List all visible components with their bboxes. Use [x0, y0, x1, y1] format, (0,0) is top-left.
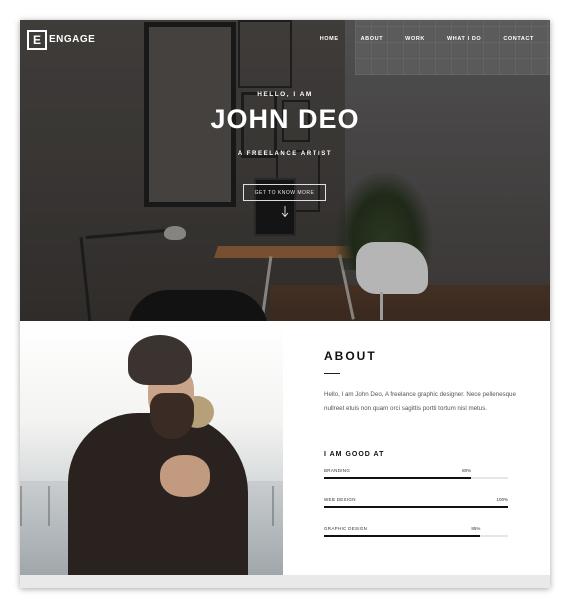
skill-bar-fill	[324, 477, 472, 479]
skill-track	[324, 506, 508, 508]
logo-icon[interactable]: E	[27, 30, 47, 50]
top-nav: E ENGAGE HOME ABOUT WORK WHAT I DO CONTA…	[20, 20, 550, 60]
skill-percent: 85%	[471, 526, 481, 531]
skill-percent: 80%	[462, 468, 472, 473]
about-section: ABOUT Hello, I am John Deo, A freelance …	[20, 321, 550, 575]
skill-bar-fill	[324, 506, 508, 508]
skill-track	[324, 535, 508, 537]
skill-web-design: WEB DESIGN 100%	[324, 497, 508, 511]
about-bio: Hello, I am John Deo, A freelance graphi…	[324, 391, 516, 412]
skill-label: WEB DESIGN	[324, 497, 356, 502]
skill-label: BRANDING	[324, 468, 351, 473]
footer-strip	[20, 575, 550, 588]
nav-item-what-i-do[interactable]: WHAT I DO	[447, 36, 481, 42]
skill-label: GRAPHIC DESIGN	[324, 526, 368, 531]
skill-bar-fill	[324, 535, 481, 537]
skill-track	[324, 477, 508, 479]
hero-tagline: A FREELANCE ARTIST	[237, 151, 333, 157]
photo-coat	[68, 413, 248, 575]
photo-hands	[160, 455, 210, 497]
get-to-know-more-button[interactable]: GET TO KNOW MORE	[243, 184, 326, 201]
hero-overlay	[20, 20, 550, 321]
page-frame: E ENGAGE HOME ABOUT WORK WHAT I DO CONTA…	[20, 20, 550, 588]
arrow-down-icon[interactable]	[280, 206, 290, 218]
nav-item-contact[interactable]: CONTACT	[503, 36, 534, 42]
hero-name: JOHN DEO	[210, 104, 360, 134]
logo-text[interactable]: ENGAGE	[49, 34, 95, 45]
skills-title: I AM GOOD AT	[324, 451, 385, 458]
about-divider	[324, 373, 340, 374]
nav-menu: HOME ABOUT WORK WHAT I DO CONTACT	[298, 36, 534, 42]
photo-beard	[150, 393, 194, 439]
skill-percent: 100%	[496, 497, 508, 502]
nav-item-about[interactable]: ABOUT	[361, 36, 384, 42]
skill-graphic-design: GRAPHIC DESIGN 85%	[324, 526, 508, 540]
hero-greeting: HELLO, I AM	[257, 91, 313, 98]
nav-item-home[interactable]: HOME	[320, 36, 339, 42]
profile-photo	[20, 321, 283, 575]
skill-branding: BRANDING 80%	[324, 468, 508, 482]
about-title: ABOUT	[324, 349, 377, 363]
photo-beanie	[128, 335, 192, 385]
nav-item-work[interactable]: WORK	[405, 36, 425, 42]
hero-section: E ENGAGE HOME ABOUT WORK WHAT I DO CONTA…	[20, 20, 550, 321]
